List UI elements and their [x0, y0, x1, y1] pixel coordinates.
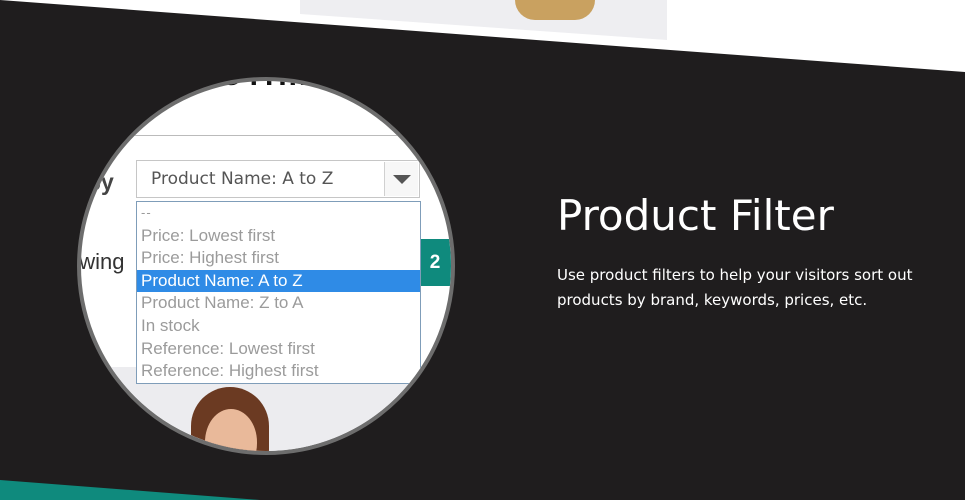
background-model-photo	[515, 0, 595, 20]
sort-option[interactable]: Reference: Lowest first	[137, 338, 420, 361]
sort-option-selected[interactable]: Product Name: A to Z	[137, 269, 420, 293]
sort-by-label: by	[87, 169, 114, 195]
sort-select-value: Product Name: A to Z	[151, 169, 334, 189]
category-heading: LOTHIN	[199, 81, 323, 93]
sort-option[interactable]: Product Name: Z to A	[137, 292, 420, 315]
product-image[interactable]	[183, 381, 283, 451]
pagination-page-button[interactable]: 2	[417, 239, 451, 286]
feature-title: Product Filter	[557, 191, 834, 240]
heading-divider	[81, 135, 451, 136]
showing-count-text: owing	[79, 249, 125, 274]
sort-select[interactable]: Product Name: A to Z	[136, 160, 420, 198]
sort-dropdown-list[interactable]: -- Price: Lowest first Price: Highest fi…	[136, 201, 421, 384]
sort-option[interactable]: Price: Highest first	[137, 247, 420, 270]
feature-description: Use product filters to help your visitor…	[557, 266, 913, 309]
sort-option[interactable]: --	[137, 202, 420, 225]
sort-option[interactable]: In stock	[137, 315, 420, 338]
sort-option[interactable]: Reference: Highest first	[137, 360, 420, 383]
sort-option[interactable]: Price: Lowest first	[137, 225, 420, 248]
magnifier-lens: LOTHIN by Product Name: A to Z owing 2 -…	[77, 77, 455, 455]
chevron-down-icon[interactable]	[384, 162, 418, 196]
